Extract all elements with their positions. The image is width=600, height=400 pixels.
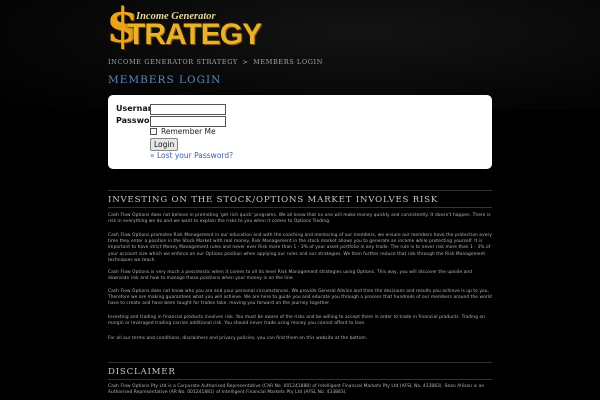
header-background [0,0,600,110]
login-form: Username Password Remember Me Login » Lo… [108,95,492,169]
username-input[interactable] [150,104,226,115]
section-divider [108,362,492,363]
breadcrumb: Income Generator Strategy > Members Logi… [108,58,323,66]
remember-me[interactable]: Remember Me [150,127,216,136]
risk-paragraph: For all our terms and conditions, discla… [108,336,368,341]
lost-password-link[interactable]: » Lost your Password? [150,151,233,160]
risk-paragraph: Investing and trading in financial produ… [108,315,486,327]
risk-section-title: Investing on the Stock/Options Market in… [108,195,439,205]
disclaimer-title: Disclaimer [108,367,176,377]
login-button[interactable]: Login [150,138,179,151]
remember-me-label: Remember Me [161,127,216,136]
logo-wordmark: TRATEGY [127,18,262,51]
password-input[interactable] [150,116,226,127]
site-logo[interactable]: $ Income Generator TRATEGY [106,2,262,51]
breadcrumb-home-link[interactable]: Income Generator Strategy [108,58,238,66]
risk-paragraph: Cash Flow Options does not believe in pr… [108,213,491,225]
section-divider [108,207,492,208]
page-title: Members Login [108,74,222,86]
risk-paragraph: Cash Flow Options promotes Risk Manageme… [108,233,492,263]
breadcrumb-current: Members Login [253,58,324,66]
disclaimer-text: Cash Flow Options Pty Ltd is a Corporate… [108,384,485,396]
risk-paragraph: Cash Flow Options is very much a pessimi… [108,270,473,282]
breadcrumb-separator: > [242,58,249,66]
risk-paragraph: Cash Flow Options does not know who you … [108,289,492,307]
remember-me-checkbox[interactable] [150,128,157,135]
section-divider [108,379,492,380]
section-divider [108,190,492,191]
